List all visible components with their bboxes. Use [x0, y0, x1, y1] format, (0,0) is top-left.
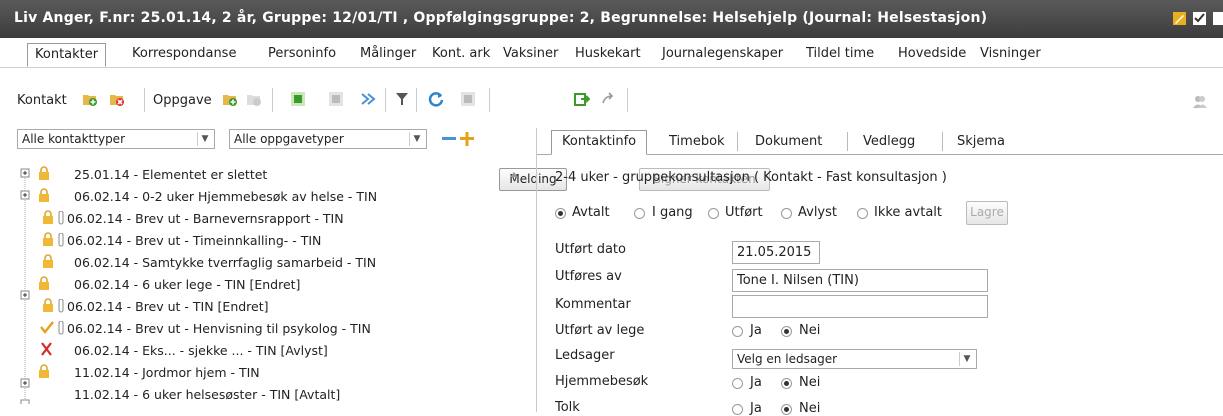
reply-arrow-icon[interactable]: [600, 91, 616, 107]
chevron-down-icon: ▼: [197, 132, 212, 146]
toolbar: Kontakt Oppgave Melding Signer kontakten: [0, 80, 1223, 191]
document-icon[interactable]: [1211, 11, 1223, 26]
patient-title: Liv Anger, F.nr: 25.01.14, 2 år, Gruppe:…: [14, 10, 988, 26]
tree-item[interactable]: 06.02.14 - Samtykke tverrfaglig samarbei…: [22, 253, 502, 273]
status-radio-avlyst[interactable]: [781, 208, 792, 219]
collapse-expand-icon[interactable]: [440, 131, 476, 147]
lege-radio-ja[interactable]: [732, 326, 743, 337]
tab-huskekart[interactable]: Huskekart: [575, 46, 641, 61]
lock-icon: [43, 298, 53, 312]
hjemmebesok-radio-ja[interactable]: [732, 378, 743, 389]
tab-vaksiner[interactable]: Vaksiner: [503, 46, 558, 61]
refresh-icon[interactable]: [428, 91, 444, 107]
tab-kontakter[interactable]: Kontakter: [27, 43, 107, 67]
contact-heading: 2-4 uker - gruppekonsultasjon ( Kontakt …: [555, 170, 947, 185]
green-square-icon[interactable]: [290, 91, 306, 107]
oppgavetype-select[interactable]: Alle oppgavetyper ▼: [229, 129, 427, 149]
tolk-radio-ja[interactable]: [732, 404, 743, 415]
paperclip-icon: [58, 211, 64, 225]
tree-item[interactable]: 06.02.14 - Eks... - sjekke ... - TIN [Av…: [22, 341, 502, 361]
kommentar-field[interactable]: [732, 295, 988, 318]
paperclip-icon: [58, 321, 64, 335]
kontakttype-select[interactable]: Alle kontakttyper ▼: [17, 129, 215, 149]
kommentar-label: Kommentar: [555, 297, 631, 312]
lock-icon: [39, 188, 49, 202]
edit-icon[interactable]: [1172, 11, 1187, 26]
square-icon[interactable]: [460, 91, 476, 107]
tree-item[interactable]: 06.02.14 - 0-2 uker Hjemmebesøk av helse…: [22, 187, 502, 207]
tab-kontaktinfo[interactable]: Kontaktinfo: [551, 130, 648, 155]
lock-icon: [43, 232, 53, 246]
ledsager-select[interactable]: Velg en ledsager ▼: [732, 349, 977, 369]
title-bar: Liv Anger, F.nr: 25.01.14, 2 år, Gruppe:…: [0, 0, 1223, 38]
tab-tildel-time[interactable]: Tildel time: [806, 46, 874, 61]
users-icon[interactable]: [1192, 94, 1208, 110]
tab-dokument[interactable]: Dokument: [755, 134, 822, 149]
paperclip-icon: [58, 299, 64, 313]
lagre-button[interactable]: Lagre: [966, 201, 1008, 225]
forward-icon[interactable]: [360, 91, 376, 107]
export-icon[interactable]: [574, 91, 590, 107]
add-task-icon[interactable]: [222, 91, 238, 107]
cross-icon: [41, 342, 52, 356]
tree-item[interactable]: 06.02.14 - Brev ut - Henvisning til psyk…: [22, 319, 502, 339]
tab-kont-ark[interactable]: Kont. ark: [432, 46, 490, 61]
status-radio-utfort[interactable]: [708, 208, 719, 219]
lock-icon: [39, 276, 49, 290]
tree-item[interactable]: 11.02.14 - 6 uker helsesøster - TIN [Avt…: [22, 385, 502, 405]
tree-item[interactable]: 11.02.14 - Jordmor hjem - TIN: [22, 363, 502, 383]
utfort-dato-label: Utført dato: [555, 242, 626, 257]
utfort-av-lege-label: Utført av lege: [555, 323, 645, 338]
tolk-radio-nei[interactable]: [781, 404, 792, 415]
chevron-down-icon: ▼: [959, 352, 974, 366]
filter-icon[interactable]: [394, 91, 410, 107]
tab-vedlegg[interactable]: Vedlegg: [863, 134, 915, 149]
oppgave-label: Oppgave: [153, 93, 212, 108]
tree-item[interactable]: 06.02.14 - Brev ut - Timeinnkalling- - T…: [22, 231, 502, 251]
tab-hovedside[interactable]: Hovedside: [898, 46, 966, 61]
delete-contact-icon[interactable]: [109, 91, 125, 107]
tab-skjema[interactable]: Skjema: [957, 134, 1005, 149]
tab-visninger[interactable]: Visninger: [980, 46, 1041, 61]
tab-personinfo[interactable]: Personinfo: [268, 46, 336, 61]
main-menu: Kontakter Korrespondanse Personinfo Måli…: [0, 38, 1223, 68]
status-radio-avtalt[interactable]: [555, 208, 566, 219]
scroll-up-icon[interactable]: [509, 170, 519, 178]
lock-icon: [39, 364, 49, 378]
tree-item[interactable]: 06.02.14 - Brev ut - Barnevernsrapport -…: [22, 209, 502, 229]
lock-icon: [39, 166, 49, 180]
contact-detail-panel: Kontaktinfo Timebok Dokument Vedlegg Skj…: [536, 128, 1223, 416]
tree-item[interactable]: 25.01.14 - Elementet er slettet: [22, 165, 502, 185]
status-radio-i-gang[interactable]: [634, 208, 645, 219]
kontakt-label: Kontakt: [17, 93, 67, 108]
tab-timebok[interactable]: Timebok: [669, 134, 725, 149]
tab-malinger[interactable]: Målinger: [360, 46, 416, 61]
tree-item[interactable]: 06.02.14 - Brev ut - TIN [Endret]: [22, 297, 502, 317]
lock-icon: [43, 254, 53, 268]
utfort-dato-field[interactable]: 21.05.2015: [732, 241, 820, 264]
add-contact-icon[interactable]: [82, 91, 98, 107]
utfores-av-field[interactable]: Tone I. Nilsen (TIN): [732, 269, 988, 292]
task-disabled-icon[interactable]: [246, 91, 262, 107]
lege-radio-nei[interactable]: [781, 326, 792, 337]
checkmark-icon: [40, 321, 54, 334]
tree-item[interactable]: 06.02.14 - 6 uker lege - TIN [Endret]: [22, 275, 502, 295]
tolk-label: Tolk: [555, 400, 580, 415]
chevron-down-icon: ▼: [409, 132, 424, 146]
hjemmebesok-radio-nei[interactable]: [781, 378, 792, 389]
detail-tabs: Kontaktinfo Timebok Dokument Vedlegg Skj…: [537, 128, 1223, 155]
tab-journalegenskaper[interactable]: Journalegenskaper: [662, 46, 783, 61]
lock-icon: [43, 210, 53, 224]
tab-korrespondanse[interactable]: Korrespondanse: [132, 46, 236, 61]
ledsager-label: Ledsager: [555, 348, 615, 363]
utfores-av-label: Utføres av: [555, 269, 622, 284]
checkbox-icon[interactable]: [1192, 11, 1207, 26]
hjemmebesok-label: Hjemmebesøk: [555, 374, 649, 389]
gray-square-icon[interactable]: [328, 91, 344, 107]
paperclip-icon: [58, 233, 64, 247]
status-radio-ikke-avtalt[interactable]: [857, 208, 868, 219]
